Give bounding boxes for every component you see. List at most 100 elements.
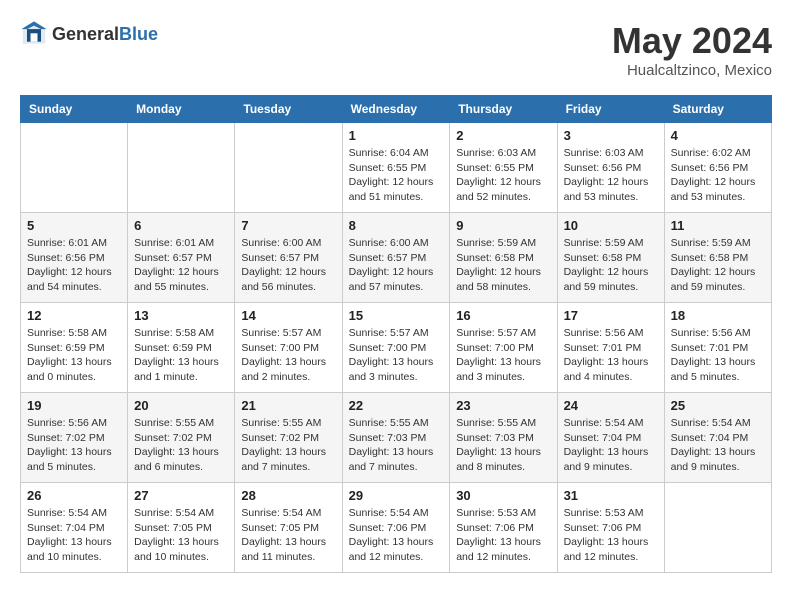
calendar-cell: 15 Sunrise: 5:57 AM Sunset: 7:00 PM Dayli…: [342, 303, 450, 393]
day-number: 23: [456, 398, 550, 413]
day-number: 15: [349, 308, 444, 323]
day-info: Sunrise: 6:03 AM Sunset: 6:55 PM Dayligh…: [456, 146, 550, 205]
calendar-cell: 3 Sunrise: 6:03 AM Sunset: 6:56 PM Daylig…: [557, 123, 664, 213]
week-row-3: 12Sunrise: 5:58 AM Sunset: 6:59 PM Dayli…: [21, 303, 772, 393]
calendar-cell: 20Sunrise: 5:55 AM Sunset: 7:02 PM Dayli…: [128, 393, 235, 483]
calendar-body: 1 Sunrise: 6:04 AM Sunset: 6:55 PM Daylig…: [21, 123, 772, 573]
day-number: 8: [349, 218, 444, 233]
calendar-cell: 11 Sunrise: 5:59 AM Sunset: 6:58 PM Dayli…: [664, 213, 771, 303]
calendar-cell: 19 Sunrise: 5:56 AM Sunset: 7:02 PM Dayli…: [21, 393, 128, 483]
weekday-header-friday: Friday: [557, 96, 664, 123]
day-number: 6: [134, 218, 228, 233]
day-info: Sunrise: 6:02 AM Sunset: 6:56 PM Dayligh…: [671, 146, 765, 205]
day-number: 18: [671, 308, 765, 323]
calendar-cell: 22 Sunrise: 5:55 AM Sunset: 7:03 PM Dayli…: [342, 393, 450, 483]
calendar-cell: 25 Sunrise: 5:54 AM Sunset: 7:04 PM Dayli…: [664, 393, 771, 483]
calendar-cell: 1 Sunrise: 6:04 AM Sunset: 6:55 PM Daylig…: [342, 123, 450, 213]
day-number: 22: [349, 398, 444, 413]
calendar-cell: 7Sunrise: 6:00 AM Sunset: 6:57 PM Daylig…: [235, 213, 342, 303]
calendar-header: SundayMondayTuesdayWednesdayThursdayFrid…: [21, 96, 772, 123]
calendar-cell: [664, 483, 771, 573]
day-info: Sunrise: 5:54 AM Sunset: 7:05 PM Dayligh…: [134, 506, 228, 565]
calendar-cell: 14 Sunrise: 5:57 AM Sunset: 7:00 PM Dayli…: [235, 303, 342, 393]
calendar-cell: 2 Sunrise: 6:03 AM Sunset: 6:55 PM Daylig…: [450, 123, 557, 213]
calendar-cell: 24 Sunrise: 5:54 AM Sunset: 7:04 PM Dayli…: [557, 393, 664, 483]
day-info: Sunrise: 5:58 AM Sunset: 6:59 PM Dayligh…: [134, 326, 228, 385]
day-info: Sunrise: 5:55 AM Sunset: 7:03 PM Dayligh…: [349, 416, 444, 475]
day-info: Sunrise: 6:01 AM Sunset: 6:56 PM Dayligh…: [27, 236, 121, 295]
location: Hualcaltzinco, Mexico: [612, 62, 772, 79]
day-number: 17: [564, 308, 658, 323]
day-number: 26: [27, 488, 121, 503]
day-info: Sunrise: 5:55 AM Sunset: 7:03 PM Dayligh…: [456, 416, 550, 475]
day-number: 21: [241, 398, 335, 413]
day-info: Sunrise: 5:54 AM Sunset: 7:05 PM Dayligh…: [241, 506, 335, 565]
logo-icon: [20, 20, 48, 48]
day-number: 27: [134, 488, 228, 503]
calendar-cell: 23 Sunrise: 5:55 AM Sunset: 7:03 PM Dayli…: [450, 393, 557, 483]
calendar-cell: 29Sunrise: 5:54 AM Sunset: 7:06 PM Dayli…: [342, 483, 450, 573]
calendar: SundayMondayTuesdayWednesdayThursdayFrid…: [20, 95, 772, 573]
day-info: Sunrise: 5:56 AM Sunset: 7:01 PM Dayligh…: [564, 326, 658, 385]
week-row-1: 1 Sunrise: 6:04 AM Sunset: 6:55 PM Daylig…: [21, 123, 772, 213]
day-number: 16: [456, 308, 550, 323]
week-row-5: 26Sunrise: 5:54 AM Sunset: 7:04 PM Dayli…: [21, 483, 772, 573]
calendar-cell: 5 Sunrise: 6:01 AM Sunset: 6:56 PM Daylig…: [21, 213, 128, 303]
calendar-cell: 17 Sunrise: 5:56 AM Sunset: 7:01 PM Dayli…: [557, 303, 664, 393]
day-info: Sunrise: 5:55 AM Sunset: 7:02 PM Dayligh…: [241, 416, 335, 475]
day-number: 19: [27, 398, 121, 413]
month-title: May 2024: [612, 20, 772, 62]
day-info: Sunrise: 6:00 AM Sunset: 6:57 PM Dayligh…: [241, 236, 335, 295]
calendar-cell: 8 Sunrise: 6:00 AM Sunset: 6:57 PM Daylig…: [342, 213, 450, 303]
day-info: Sunrise: 6:03 AM Sunset: 6:56 PM Dayligh…: [564, 146, 658, 205]
weekday-header-thursday: Thursday: [450, 96, 557, 123]
day-number: 3: [564, 128, 658, 143]
day-number: 11: [671, 218, 765, 233]
calendar-cell: 9 Sunrise: 5:59 AM Sunset: 6:58 PM Daylig…: [450, 213, 557, 303]
weekday-header-wednesday: Wednesday: [342, 96, 450, 123]
day-info: Sunrise: 5:59 AM Sunset: 6:58 PM Dayligh…: [456, 236, 550, 295]
day-number: 1: [349, 128, 444, 143]
day-number: 9: [456, 218, 550, 233]
day-number: 13: [134, 308, 228, 323]
title-area: May 2024 Hualcaltzinco, Mexico: [612, 20, 772, 79]
day-info: Sunrise: 6:04 AM Sunset: 6:55 PM Dayligh…: [349, 146, 444, 205]
weekday-header-row: SundayMondayTuesdayWednesdayThursdayFrid…: [21, 96, 772, 123]
logo: GeneralBlue: [20, 20, 158, 48]
calendar-cell: 16 Sunrise: 5:57 AM Sunset: 7:00 PM Dayli…: [450, 303, 557, 393]
day-info: Sunrise: 5:57 AM Sunset: 7:00 PM Dayligh…: [241, 326, 335, 385]
day-number: 14: [241, 308, 335, 323]
day-number: 2: [456, 128, 550, 143]
weekday-header-sunday: Sunday: [21, 96, 128, 123]
day-number: 5: [27, 218, 121, 233]
calendar-cell: 6Sunrise: 6:01 AM Sunset: 6:57 PM Daylig…: [128, 213, 235, 303]
weekday-header-saturday: Saturday: [664, 96, 771, 123]
day-number: 30: [456, 488, 550, 503]
day-info: Sunrise: 5:56 AM Sunset: 7:02 PM Dayligh…: [27, 416, 121, 475]
day-number: 28: [241, 488, 335, 503]
day-number: 25: [671, 398, 765, 413]
day-info: Sunrise: 5:54 AM Sunset: 7:04 PM Dayligh…: [671, 416, 765, 475]
calendar-cell: 4Sunrise: 6:02 AM Sunset: 6:56 PM Daylig…: [664, 123, 771, 213]
day-number: 10: [564, 218, 658, 233]
day-number: 31: [564, 488, 658, 503]
calendar-cell: 10Sunrise: 5:59 AM Sunset: 6:58 PM Dayli…: [557, 213, 664, 303]
calendar-cell: [235, 123, 342, 213]
calendar-cell: 12Sunrise: 5:58 AM Sunset: 6:59 PM Dayli…: [21, 303, 128, 393]
day-number: 29: [349, 488, 444, 503]
day-number: 24: [564, 398, 658, 413]
calendar-cell: 27 Sunrise: 5:54 AM Sunset: 7:05 PM Dayli…: [128, 483, 235, 573]
calendar-cell: 13 Sunrise: 5:58 AM Sunset: 6:59 PM Dayli…: [128, 303, 235, 393]
calendar-cell: 26Sunrise: 5:54 AM Sunset: 7:04 PM Dayli…: [21, 483, 128, 573]
calendar-cell: 31Sunrise: 5:53 AM Sunset: 7:06 PM Dayli…: [557, 483, 664, 573]
calendar-cell: [21, 123, 128, 213]
day-info: Sunrise: 5:58 AM Sunset: 6:59 PM Dayligh…: [27, 326, 121, 385]
day-info: Sunrise: 5:57 AM Sunset: 7:00 PM Dayligh…: [349, 326, 444, 385]
day-info: Sunrise: 5:54 AM Sunset: 7:04 PM Dayligh…: [564, 416, 658, 475]
day-info: Sunrise: 5:57 AM Sunset: 7:00 PM Dayligh…: [456, 326, 550, 385]
day-info: Sunrise: 5:56 AM Sunset: 7:01 PM Dayligh…: [671, 326, 765, 385]
week-row-2: 5 Sunrise: 6:01 AM Sunset: 6:56 PM Daylig…: [21, 213, 772, 303]
day-info: Sunrise: 6:00 AM Sunset: 6:57 PM Dayligh…: [349, 236, 444, 295]
day-info: Sunrise: 5:59 AM Sunset: 6:58 PM Dayligh…: [671, 236, 765, 295]
day-info: Sunrise: 5:55 AM Sunset: 7:02 PM Dayligh…: [134, 416, 228, 475]
